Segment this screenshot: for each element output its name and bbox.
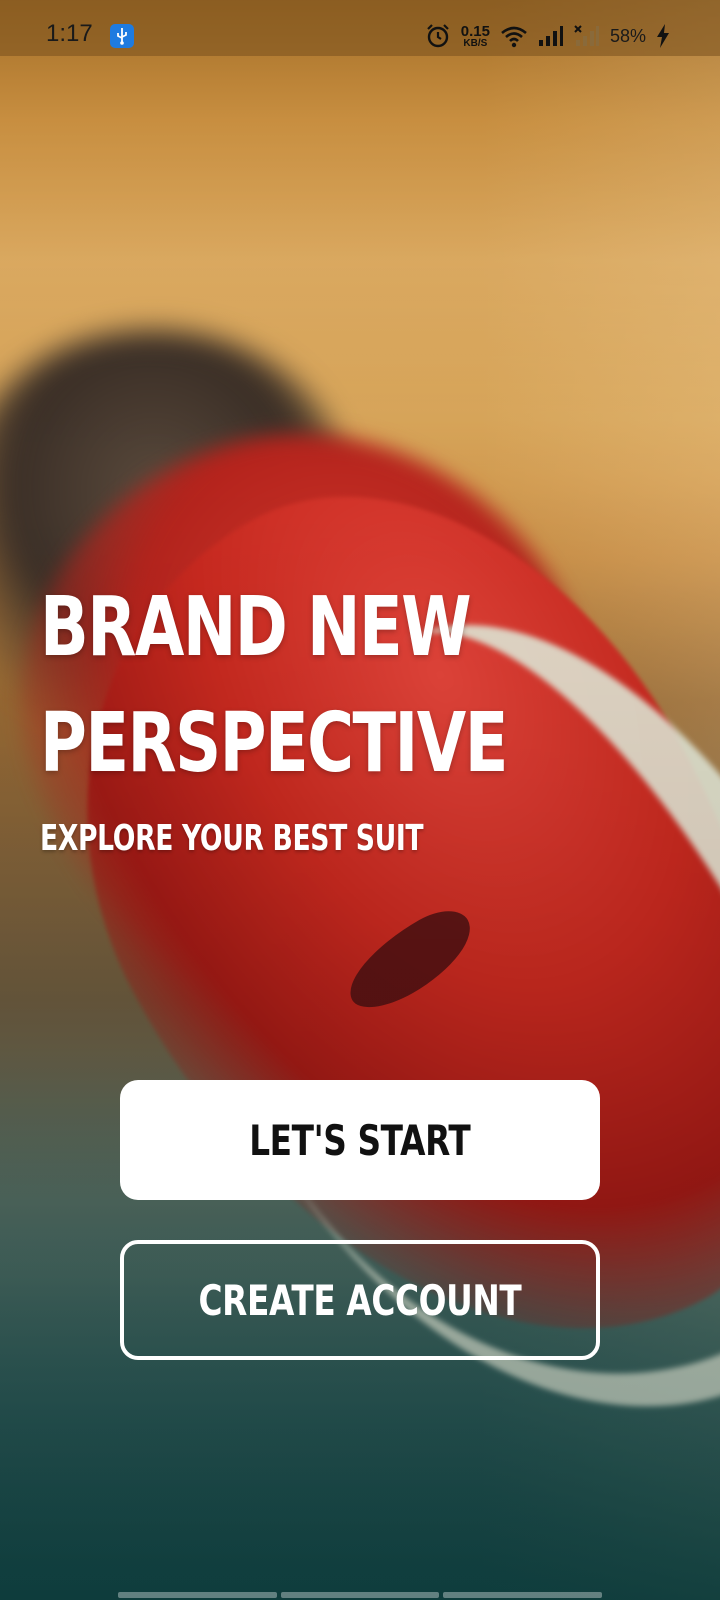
- navigation-hint-bar: [118, 1592, 603, 1598]
- nav-hint-segment: [443, 1592, 603, 1598]
- signal-no-service-icon: [574, 25, 599, 46]
- alarm-icon: [426, 24, 449, 48]
- create-account-label: CREATE ACCOUNT: [198, 1275, 522, 1325]
- welcome-screen: 1:17 0.15 KB/S 58% BRAND NEW PERSPECTIVE…: [0, 0, 720, 1600]
- network-speed-value: 0.15: [460, 22, 490, 40]
- charging-bolt-icon: [657, 24, 669, 48]
- wifi-icon: [501, 26, 527, 48]
- hero-title-line-2: PERSPECTIVE: [40, 696, 508, 791]
- lets-start-button[interactable]: LET'S START: [120, 1080, 600, 1200]
- hero-heading: BRAND NEW PERSPECTIVE: [40, 570, 639, 802]
- create-account-button[interactable]: CREATE ACCOUNT: [120, 1240, 600, 1360]
- status-icons: 0.15 KB/S 58%: [425, 18, 670, 54]
- nav-hint-segment: [118, 1592, 277, 1598]
- network-speed: 0.15 KB/S: [461, 24, 490, 49]
- nav-hint-segment: [280, 1592, 440, 1598]
- hero-title-line-1: BRAND NEW: [40, 580, 472, 675]
- status-time: 1:17: [46, 20, 93, 47]
- usb-icon: [110, 24, 134, 48]
- hero-title: BRAND NEW PERSPECTIVE: [40, 570, 508, 802]
- signal-icon: [538, 26, 563, 46]
- lets-start-label: LET'S START: [249, 1115, 471, 1165]
- hero-subtitle: EXPLORE YOUR BEST SUIT: [40, 818, 424, 859]
- status-bar: 1:17 0.15 KB/S 58%: [0, 0, 720, 56]
- battery-level: 58%: [609, 25, 646, 46]
- network-speed-unit: KB/S: [463, 37, 488, 49]
